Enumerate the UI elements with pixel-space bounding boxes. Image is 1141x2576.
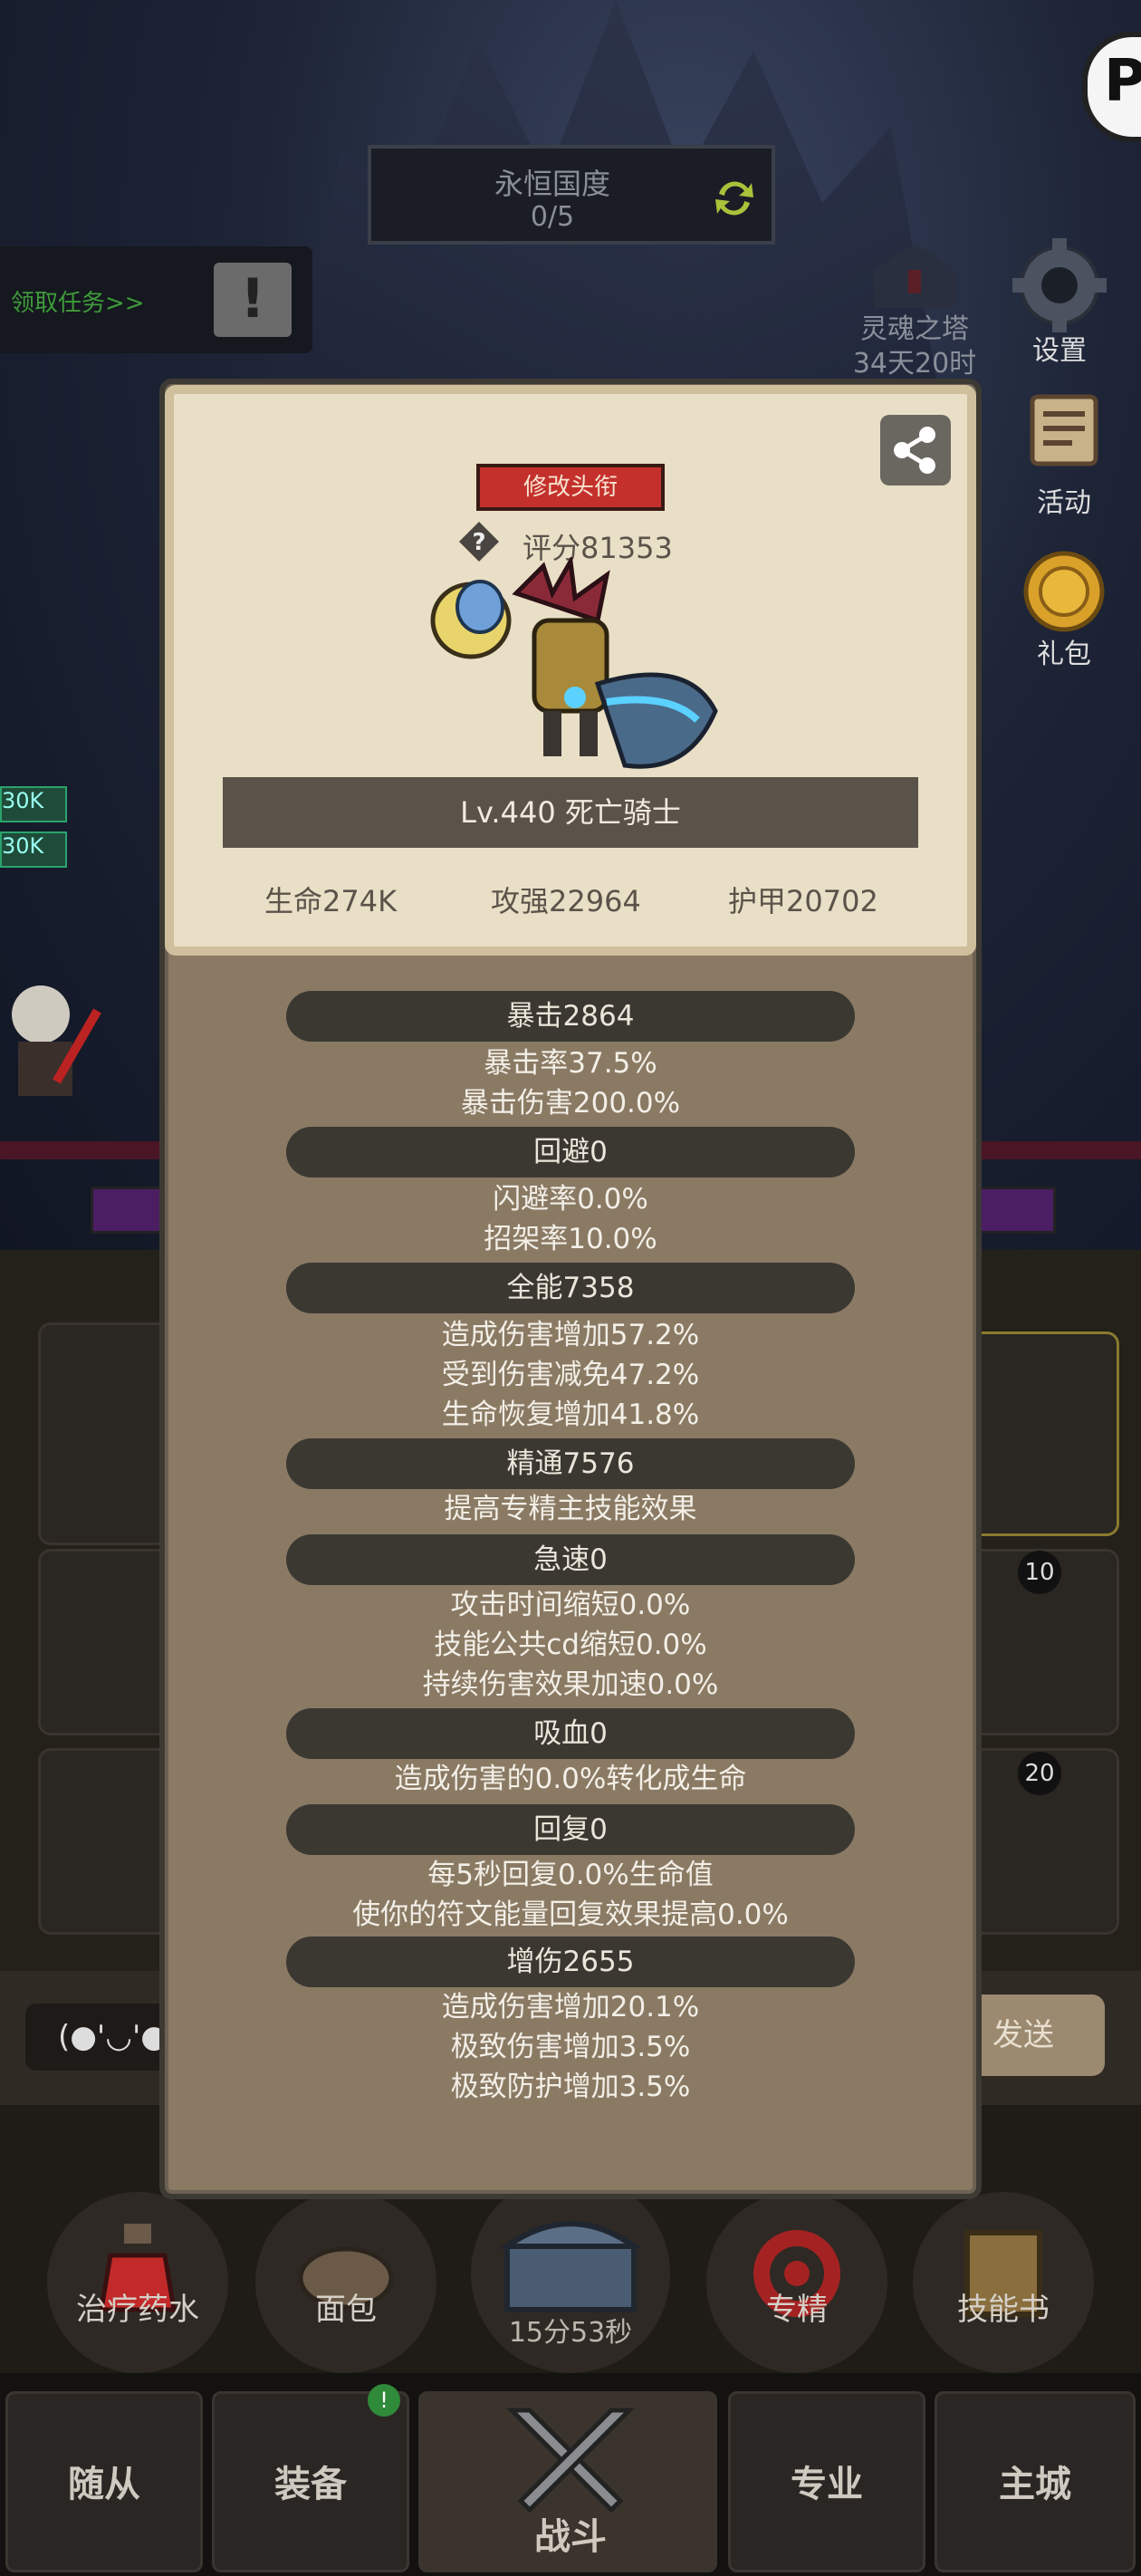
healing-potion-button[interactable] bbox=[47, 2192, 228, 2373]
tab-equipment[interactable]: 装备 bbox=[212, 2391, 409, 2572]
stat-line: 造成伤害的0.0%转化成生命 bbox=[394, 1763, 747, 1795]
eternal-realm-count: 0/5 bbox=[530, 201, 575, 233]
crossed-swords-icon bbox=[505, 2408, 636, 2514]
inventory-slot[interactable] bbox=[969, 1331, 1119, 1536]
specialization-button[interactable] bbox=[706, 2192, 887, 2373]
stat-line: 使你的符文能量回复效果提高0.0% bbox=[352, 1898, 789, 1931]
tower-timer: 34天20时 bbox=[852, 348, 977, 380]
skill-book-button[interactable] bbox=[913, 2192, 1094, 2373]
tab-profession[interactable]: 专业 bbox=[728, 2391, 925, 2572]
stat-line: 技能公共cd缩短0.0% bbox=[434, 1629, 707, 1661]
specialization-label: 专精 bbox=[766, 2292, 828, 2328]
stat-line: 造成伤害增加57.2% bbox=[441, 1319, 700, 1351]
stat-line: 每5秒回复0.0%生命值 bbox=[427, 1859, 714, 1891]
stat-line: 招架率10.0% bbox=[484, 1223, 657, 1255]
svg-text:?: ? bbox=[472, 529, 485, 556]
tab-main-city[interactable]: 主城 bbox=[935, 2391, 1136, 2572]
tower-name: 灵魂之塔 bbox=[860, 313, 969, 345]
hp-stat: 生命274K bbox=[264, 884, 398, 918]
claim-task-label: 领取任务>> bbox=[11, 290, 145, 317]
exclamation-icon: ! bbox=[214, 263, 292, 337]
soul-tower[interactable]: 灵魂之塔 34天20时 bbox=[820, 245, 1010, 381]
versatility-header: 全能7358 bbox=[286, 1263, 855, 1313]
crit-header: 暴击2864 bbox=[286, 991, 855, 1042]
tower-icon bbox=[874, 245, 955, 308]
change-title-button[interactable]: 修改头衔 bbox=[476, 464, 665, 511]
healing-potion-label: 治疗药水 bbox=[76, 2292, 199, 2328]
haste-header: 急速0 bbox=[286, 1534, 855, 1585]
slot-count-badge: 10 bbox=[1018, 1551, 1061, 1594]
eternal-realm-box[interactable]: 永恒国度 0/5 bbox=[368, 145, 775, 245]
avoidance-header: 回避0 bbox=[286, 1127, 855, 1177]
stat-line: 攻击时间缩短0.0% bbox=[450, 1589, 691, 1621]
gift-coin-icon bbox=[1023, 551, 1105, 632]
level-class-bar: Lv.440 死亡骑士 bbox=[223, 777, 918, 848]
tab-battle[interactable]: 战斗 bbox=[418, 2391, 717, 2572]
gear-icon bbox=[1012, 238, 1107, 332]
stat-line: 持续伤害效果加速0.0% bbox=[422, 1668, 719, 1701]
notification-badge: ! bbox=[368, 2384, 400, 2417]
regen-header: 回复0 bbox=[286, 1804, 855, 1855]
armor-stat: 护甲20702 bbox=[728, 884, 878, 918]
stat-line: 暴击伤害200.0% bbox=[460, 1087, 681, 1120]
gift-label: 礼包 bbox=[1037, 639, 1091, 670]
attack-stat: 攻强22964 bbox=[491, 884, 641, 918]
slot-count-badge: 20 bbox=[1018, 1752, 1061, 1795]
bread-label: 面包 bbox=[315, 2292, 377, 2328]
mastery-header: 精通7576 bbox=[286, 1438, 855, 1489]
share-button[interactable] bbox=[880, 415, 951, 485]
emoji-button[interactable]: (●'◡'● bbox=[25, 2004, 179, 2071]
bread-button[interactable] bbox=[255, 2192, 436, 2373]
chest-icon bbox=[498, 2221, 643, 2312]
stat-line: 受到伤害减免47.2% bbox=[441, 1359, 700, 1391]
stat-line: 极致防护增加3.5% bbox=[450, 2071, 691, 2103]
chest-timer: 15分53秒 bbox=[508, 2317, 633, 2349]
lifesteal-header: 吸血0 bbox=[286, 1708, 855, 1759]
stat-line: 生命恢复增加41.8% bbox=[441, 1399, 700, 1431]
left-hp-tag: 30K bbox=[0, 786, 67, 822]
enemy-skeleton-icon bbox=[12, 985, 101, 1096]
stat-line: 造成伤害增加20.1% bbox=[441, 1991, 700, 2023]
stat-line: 极致伤害增加3.5% bbox=[450, 2031, 691, 2063]
share-icon bbox=[894, 427, 935, 474]
tab-battle-label: 战斗 bbox=[534, 2516, 607, 2558]
skill-book-label: 技能书 bbox=[957, 2292, 1050, 2328]
stat-line: 闪避率0.0% bbox=[493, 1183, 648, 1216]
stat-line: 提高专精主技能效果 bbox=[444, 1493, 697, 1525]
settings-label: 设置 bbox=[1032, 335, 1087, 367]
scroll-icon bbox=[1030, 394, 1098, 466]
claim-task-banner[interactable]: 领取任务>> ! bbox=[0, 246, 312, 353]
damage-bonus-header: 增伤2655 bbox=[286, 1937, 855, 1987]
stat-line: 暴击率37.5% bbox=[484, 1047, 657, 1080]
tab-followers[interactable]: 随从 bbox=[5, 2391, 203, 2572]
left-hp-tag: 30K bbox=[0, 831, 67, 868]
death-knight-avatar bbox=[430, 557, 718, 769]
refresh-icon[interactable] bbox=[710, 174, 759, 223]
eternal-realm-title: 永恒国度 bbox=[494, 167, 610, 201]
events-label: 活动 bbox=[1037, 487, 1091, 519]
